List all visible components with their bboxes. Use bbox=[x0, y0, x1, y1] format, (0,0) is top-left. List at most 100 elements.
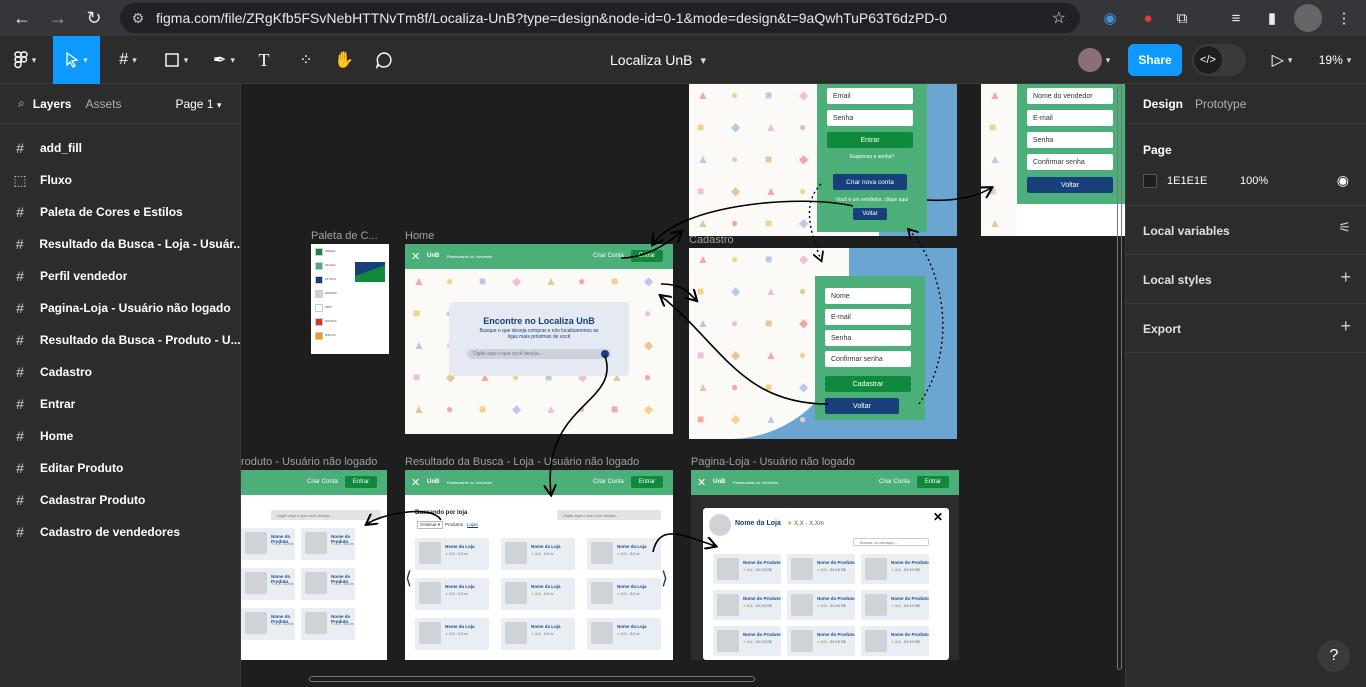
page-color-swatch[interactable] bbox=[1143, 174, 1157, 188]
text-tool-icon[interactable]: T bbox=[250, 36, 278, 84]
present-play-icon[interactable]: ▷ ▾ bbox=[1262, 36, 1302, 84]
sidebar-icon[interactable]: ▮ bbox=[1258, 4, 1286, 32]
horizontal-scrollbar[interactable] bbox=[309, 676, 755, 682]
help-icon[interactable]: ? bbox=[1318, 640, 1350, 672]
comment-tool-icon[interactable] bbox=[370, 36, 398, 84]
frame-icon: # bbox=[16, 460, 24, 476]
hand-tool-icon[interactable]: ✋ bbox=[330, 36, 358, 84]
layer-item[interactable]: # Pagina-Loja - Usuário não logado bbox=[0, 292, 240, 324]
eye-icon[interactable]: ◉ bbox=[1337, 172, 1349, 189]
extensions-puzzle-icon[interactable]: ⧉ bbox=[1168, 4, 1196, 32]
frame-icon: # bbox=[16, 364, 24, 380]
collaborator-avatar[interactable]: ▾ bbox=[1070, 36, 1118, 84]
layer-item[interactable]: # Cadastrar Produto bbox=[0, 484, 240, 516]
search-icon[interactable]: ⌕ bbox=[18, 96, 25, 111]
layer-label: Resultado da Busca - Produto - U... bbox=[39, 333, 240, 347]
page-color-value[interactable]: 1E1E1E bbox=[1167, 175, 1207, 187]
layer-label: Cadastrar Produto bbox=[40, 493, 146, 507]
code-icon: </> bbox=[1194, 46, 1222, 74]
layer-label: Cadastro bbox=[40, 365, 93, 379]
frame-icon: # bbox=[16, 492, 24, 508]
layer-item[interactable]: # Home bbox=[0, 420, 240, 452]
local-variables-section[interactable]: Local variables ⚟ bbox=[1126, 206, 1366, 255]
export-section[interactable]: Export + bbox=[1126, 304, 1366, 353]
share-button[interactable]: Share bbox=[1128, 44, 1182, 76]
reload-icon[interactable]: ↻ bbox=[76, 0, 112, 36]
layer-item[interactable]: # Resultado da Busca - Loja - Usuár... bbox=[0, 228, 240, 260]
flow-arrow bbox=[653, 200, 854, 244]
back-icon[interactable]: ← bbox=[4, 0, 40, 36]
tab-design[interactable]: Design bbox=[1143, 97, 1183, 111]
add-style-icon[interactable]: + bbox=[1340, 267, 1351, 288]
resources-icon[interactable]: ⁘ bbox=[292, 36, 320, 84]
page-name: Page 1 bbox=[175, 96, 214, 111]
tab-prototype[interactable]: Prototype bbox=[1195, 97, 1246, 111]
layer-label: Fluxo bbox=[40, 173, 72, 187]
frame-icon: # bbox=[16, 396, 24, 412]
properties-panel: Design Prototype Page 1E1E1E 100% ◉ Loca… bbox=[1125, 84, 1366, 687]
layer-label: Home bbox=[40, 429, 74, 443]
site-settings-icon[interactable]: ⚙ bbox=[120, 10, 156, 27]
flow-arrow bbox=[652, 533, 715, 553]
local-styles-section[interactable]: Local styles + bbox=[1126, 255, 1366, 304]
extension-icon[interactable]: ◉ bbox=[1096, 4, 1124, 32]
browser-toolbar: ← → ↻ ⚙ figma.com/file/ZRgKfb5FSvNebHTTN… bbox=[0, 0, 1366, 36]
frame-icon: # bbox=[16, 332, 24, 348]
layer-item[interactable]: # Cadastro bbox=[0, 356, 240, 388]
add-export-icon[interactable]: + bbox=[1340, 316, 1351, 337]
flow-arrow bbox=[367, 510, 442, 524]
profile-avatar[interactable] bbox=[1294, 4, 1322, 32]
adblock-icon[interactable]: ● bbox=[1134, 4, 1162, 32]
design-canvas[interactable]: Paleta de C... Home Cadastro roduto - Us… bbox=[241, 84, 1125, 687]
flow-arrow-dashed bbox=[808, 183, 821, 260]
zoom-control[interactable]: 19% ▾ bbox=[1310, 36, 1360, 84]
layer-item[interactable]: # Resultado da Busca - Produto - U... bbox=[0, 324, 240, 356]
address-bar[interactable]: ⚙ figma.com/file/ZRgKfb5FSvNebHTTNvTm8f/… bbox=[120, 3, 1080, 33]
frame-tool-icon[interactable]: # ▾ bbox=[108, 36, 148, 84]
layer-item[interactable]: ⬚ Fluxo bbox=[0, 164, 240, 196]
page-opacity-value[interactable]: 100% bbox=[1240, 175, 1268, 187]
variables-settings-icon[interactable]: ⚟ bbox=[1338, 219, 1351, 236]
layer-label: Pagina-Loja - Usuário não logado bbox=[40, 301, 231, 315]
layer-item[interactable]: # Cadastro de vendedores bbox=[0, 516, 240, 548]
dev-mode-toggle[interactable]: </> bbox=[1192, 44, 1246, 76]
bookmark-star-icon[interactable]: ☆ bbox=[1052, 8, 1066, 28]
panel-tabs: Design Prototype bbox=[1126, 84, 1366, 124]
frame-icon: # bbox=[16, 524, 24, 540]
layers-panel: ⌕ Layers Assets Page 1 ▾ # add_fill ⬚ Fluxo… bbox=[0, 84, 241, 687]
tab-layers[interactable]: Layers bbox=[33, 97, 72, 111]
page-heading: Page bbox=[1143, 143, 1172, 157]
local-styles-label: Local styles bbox=[1143, 273, 1212, 287]
local-variables-label: Local variables bbox=[1143, 224, 1230, 238]
media-icon[interactable]: ≡ bbox=[1222, 4, 1250, 32]
figma-toolbar: ▾ ▾ # ▾ ▾ ✒ ▾ T ⁘ ✋ Localiza UnB ▾ ▾ Share … bbox=[0, 36, 1366, 84]
layer-item[interactable]: # Perfil vendedor bbox=[0, 260, 240, 292]
layer-item[interactable]: # Editar Produto bbox=[0, 452, 240, 484]
flow-arrow bbox=[926, 188, 991, 202]
layer-label: Resultado da Busca - Loja - Usuár... bbox=[39, 237, 240, 251]
page-selector[interactable]: Page 1 ▾ bbox=[175, 97, 221, 111]
section-icon: ⬚ bbox=[13, 171, 27, 188]
shape-tool-icon[interactable]: ▾ bbox=[156, 36, 196, 84]
layer-item[interactable]: # Paleta de Cores e Estilos bbox=[0, 196, 240, 228]
url-text: figma.com/file/ZRgKfb5FSvNebHTTNvTm8f/Lo… bbox=[156, 10, 947, 26]
layer-item[interactable]: # add_fill bbox=[0, 132, 240, 164]
page-section: Page 1E1E1E 100% ◉ bbox=[1126, 124, 1366, 206]
frame-icon: # bbox=[16, 204, 24, 220]
forward-icon[interactable]: → bbox=[40, 0, 76, 36]
flow-arrow bbox=[660, 283, 696, 300]
pen-tool-icon[interactable]: ✒ ▾ bbox=[204, 36, 244, 84]
menu-kebab-icon[interactable]: ⋮ bbox=[1330, 4, 1358, 32]
frame-icon: # bbox=[16, 140, 24, 156]
frame-icon: # bbox=[16, 428, 24, 444]
frame-icon: # bbox=[15, 236, 24, 252]
vertical-scrollbar[interactable] bbox=[1117, 84, 1122, 670]
move-tool-icon[interactable]: ▾ bbox=[53, 36, 100, 84]
layer-label: Perfil vendedor bbox=[40, 269, 128, 283]
layer-label: Cadastro de vendedores bbox=[40, 525, 181, 539]
layer-item[interactable]: # Entrar bbox=[0, 388, 240, 420]
tab-assets[interactable]: Assets bbox=[85, 97, 121, 111]
frame-icon: # bbox=[16, 268, 24, 284]
figma-menu-icon[interactable]: ▾ bbox=[0, 36, 50, 84]
file-title[interactable]: Localiza UnB ▾ bbox=[610, 36, 706, 84]
